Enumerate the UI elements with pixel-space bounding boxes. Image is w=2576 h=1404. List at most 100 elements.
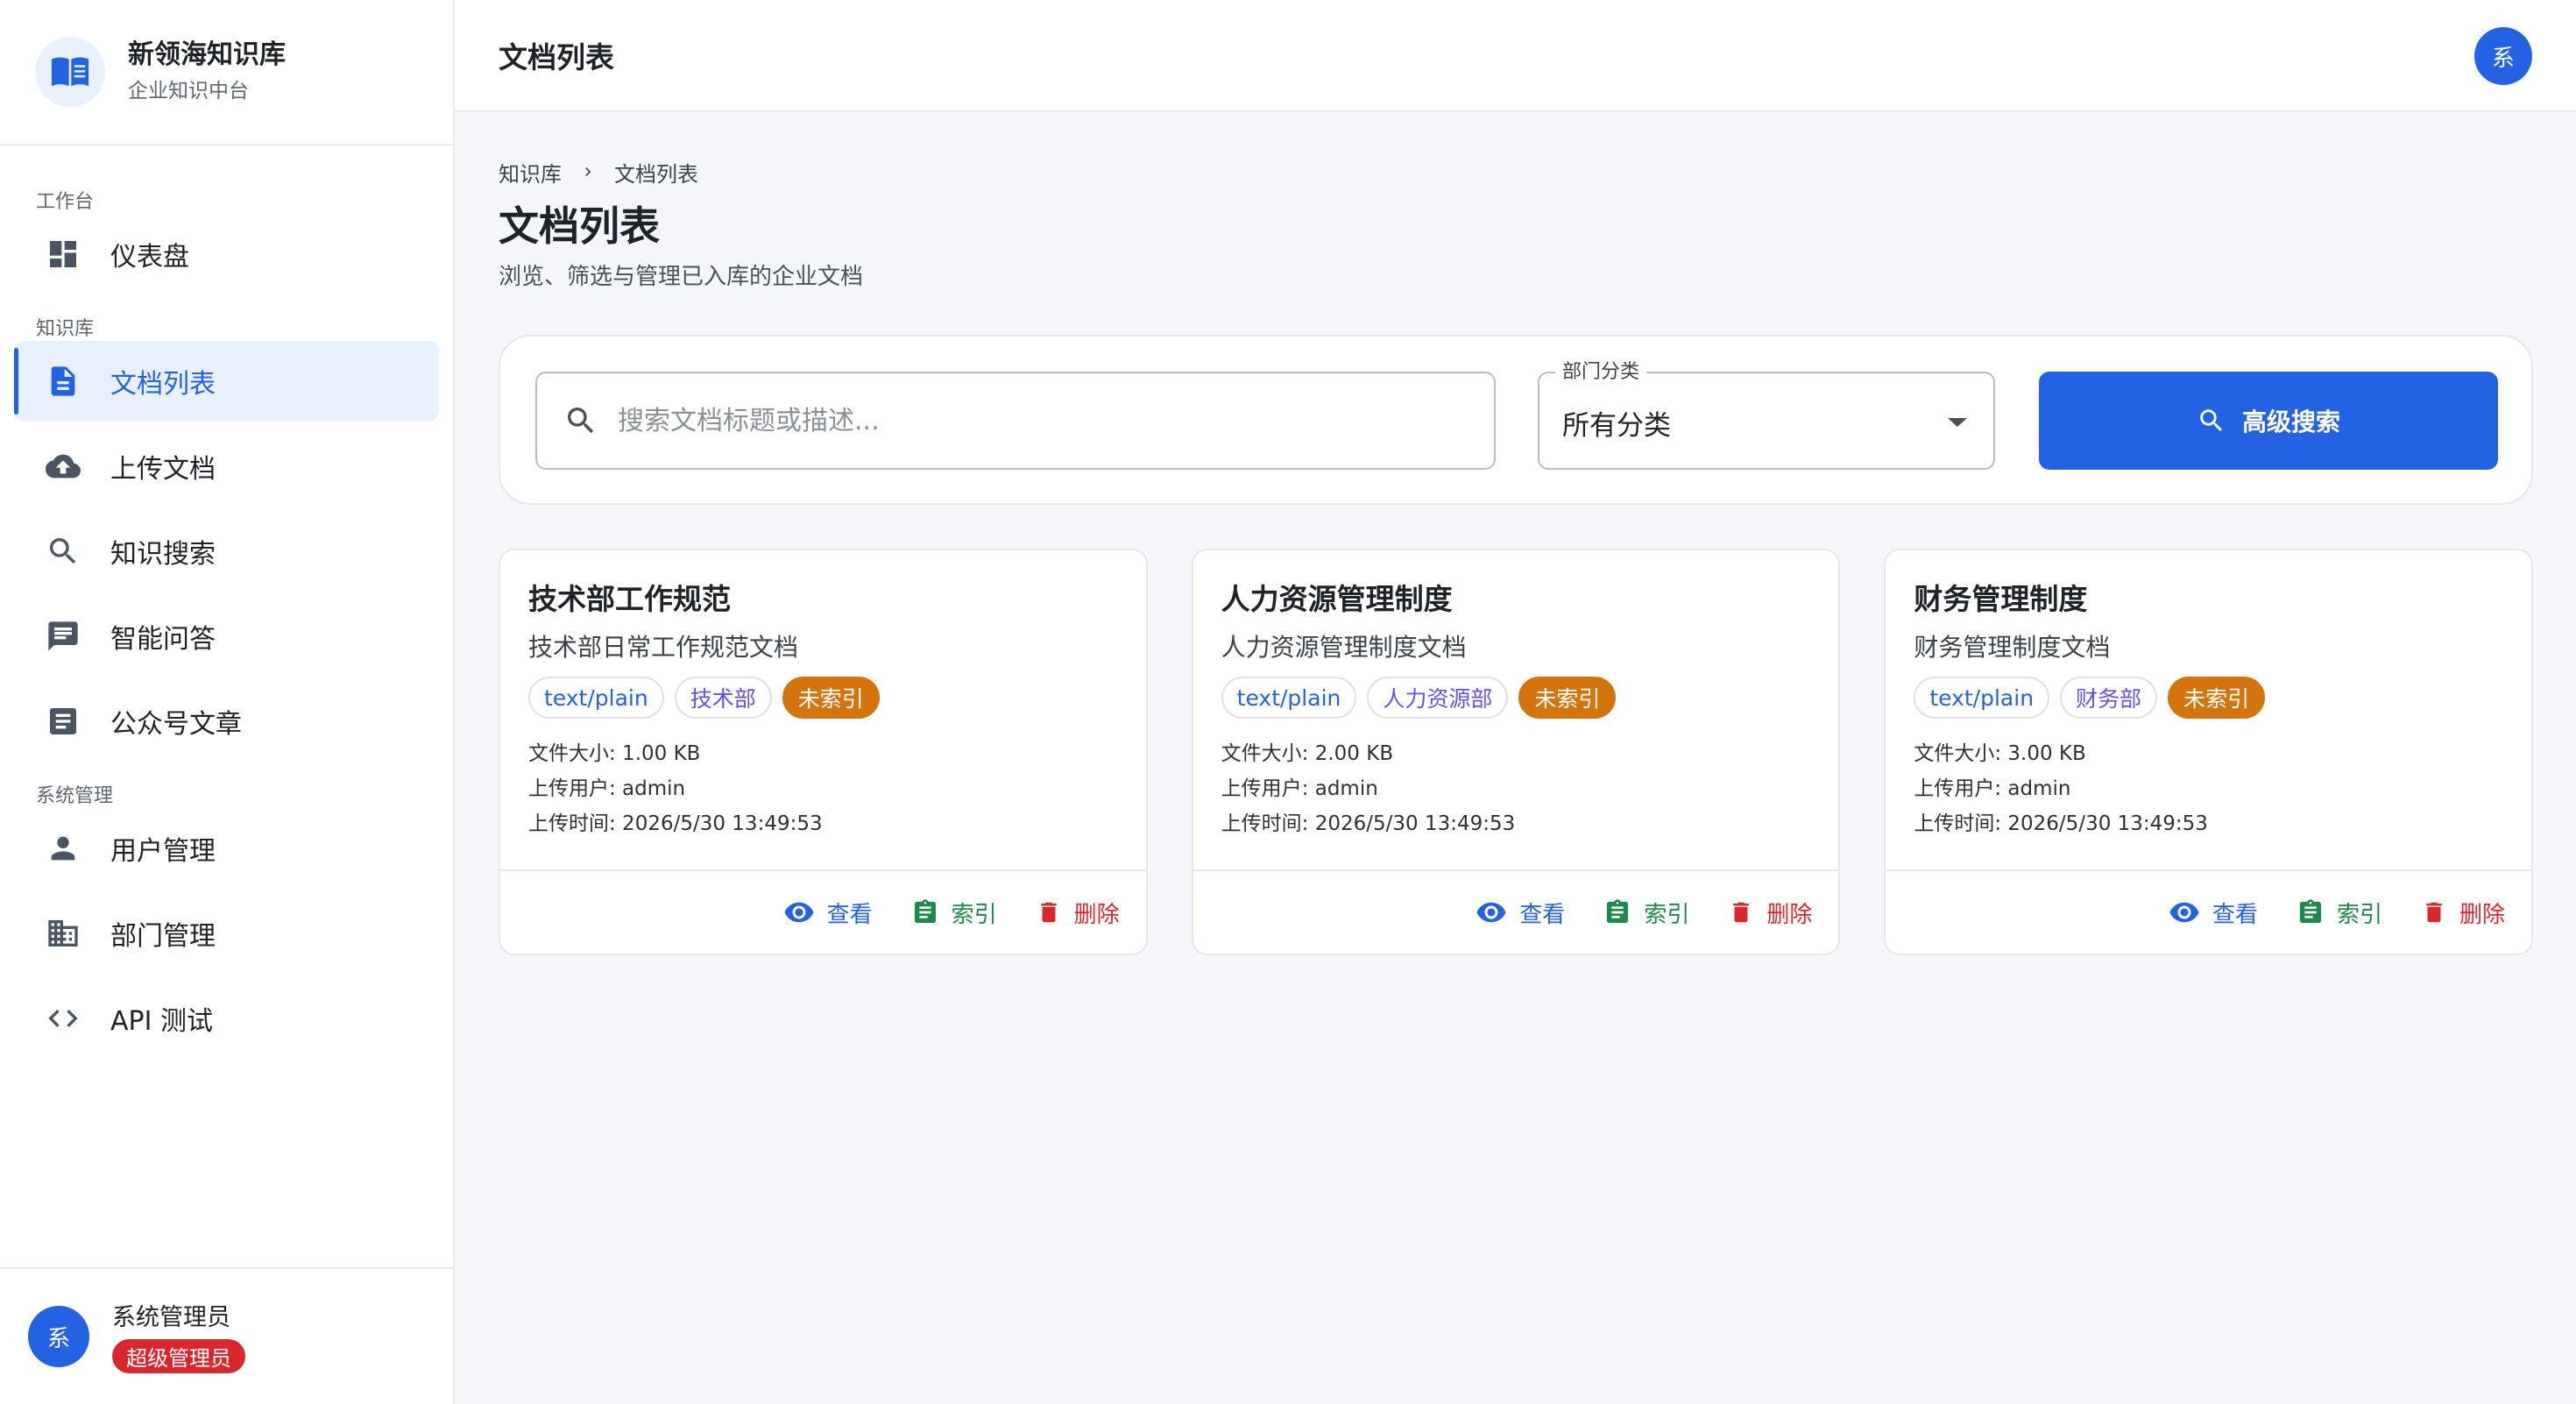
building-icon (44, 914, 82, 953)
document-title[interactable]: 财务管理制度 (1914, 578, 2503, 620)
sidebar-item-upload[interactable]: 上传文档 (14, 426, 439, 507)
dashboard-icon (44, 235, 82, 273)
page-subtitle: 浏览、筛选与管理已入库的企业文档 (499, 264, 864, 290)
sidebar-item-label: 上传文档 (110, 454, 216, 485)
view-button[interactable]: 查看 (2169, 897, 2258, 929)
clipboard-icon (1603, 897, 1631, 927)
document-card: 技术部工作规范 技术部日常工作规范文档 text/plain 技术部 未索引 文… (499, 549, 1148, 955)
uploader: 上传用户: admin (528, 777, 686, 800)
category-select-value: 所有分类 (1562, 410, 1671, 442)
document-icon (44, 362, 82, 401)
uploader: 上传用户: admin (1914, 777, 2071, 800)
uploader: 上传用户: admin (1221, 777, 1378, 800)
header-title: 文档列表 (499, 40, 614, 74)
breadcrumb-current: 文档列表 (614, 161, 698, 187)
clipboard-icon (2296, 897, 2325, 927)
nav-section-knowledge: 知识库 (36, 318, 95, 340)
page-title: 文档列表 (499, 202, 660, 250)
document-title[interactable]: 人力资源管理制度 (1221, 578, 1811, 620)
upload-time: 上传时间: 2026/5/30 13:49:53 (1914, 812, 2208, 835)
document-description: 财务管理制度文档 (1914, 633, 2111, 662)
department-tag: 财务部 (2060, 677, 2158, 719)
current-user[interactable]: 系 系统管理员 超级管理员 (0, 1267, 453, 1404)
book-icon (35, 37, 105, 107)
index-label: 索引 (1644, 901, 1690, 928)
file-size: 文件大小: 3.00 KB (1914, 742, 2086, 765)
top-bar: 文档列表 系 (455, 0, 2576, 112)
search-icon (2197, 406, 2226, 436)
index-label: 索引 (2336, 901, 2382, 928)
chat-icon (44, 617, 82, 656)
sidebar-item-departments[interactable]: 部门管理 (14, 893, 439, 974)
sidebar-item-search[interactable]: 知识搜索 (14, 511, 439, 592)
view-label: 查看 (1519, 901, 1566, 928)
avatar: 系 (28, 1306, 89, 1367)
filter-panel: 部门分类 所有分类 高级搜索 (499, 335, 2533, 505)
header-avatar[interactable]: 系 (2474, 27, 2532, 85)
sidebar-item-api-test[interactable]: API 测试 (14, 978, 439, 1059)
status-badge: 未索引 (782, 677, 880, 719)
nav-section-system: 系统管理 (36, 785, 114, 807)
file-size: 文件大小: 2.00 KB (1221, 742, 1394, 765)
advanced-search-label: 高级搜索 (2241, 408, 2340, 436)
sidebar-item-label: 智能问答 (110, 624, 216, 655)
breadcrumb-root[interactable]: 知识库 (499, 157, 562, 188)
sidebar-item-label: 公众号文章 (110, 709, 242, 740)
sidebar-item-label: 仪表盘 (110, 242, 189, 273)
trash-icon (1728, 897, 1754, 927)
index-button[interactable]: 索引 (2296, 897, 2382, 929)
eye-icon (2169, 897, 2200, 928)
index-button[interactable]: 索引 (911, 897, 997, 929)
role-badge: 超级管理员 (112, 1338, 245, 1373)
delete-button[interactable]: 删除 (1728, 897, 1812, 929)
sidebar-item-documents[interactable]: 文档列表 (14, 341, 439, 422)
department-tag: 技术部 (674, 677, 772, 719)
caret-down-icon (1948, 415, 1967, 432)
eye-icon (1476, 897, 1507, 928)
view-button[interactable]: 查看 (783, 897, 873, 929)
sidebar-item-users[interactable]: 用户管理 (14, 808, 439, 889)
sidebar-item-qa[interactable]: 智能问答 (14, 596, 439, 677)
mime-tag: text/plain (1914, 677, 2050, 719)
search-icon (44, 532, 82, 571)
document-grid: 技术部工作规范 技术部日常工作规范文档 text/plain 技术部 未索引 文… (499, 549, 2534, 955)
search-field[interactable] (535, 372, 1496, 470)
index-button[interactable]: 索引 (1603, 897, 1689, 929)
article-icon (44, 702, 82, 741)
sidebar-item-label: 部门管理 (110, 921, 216, 952)
sidebar-item-label: 文档列表 (110, 369, 216, 400)
brand-title: 新领海知识库 (128, 39, 286, 70)
sidebar-item-label: 用户管理 (110, 836, 216, 867)
delete-button[interactable]: 删除 (2421, 897, 2505, 929)
cloud-upload-icon (44, 447, 82, 486)
status-badge: 未索引 (2168, 677, 2266, 719)
view-label: 查看 (2212, 901, 2258, 928)
eye-icon (783, 897, 815, 928)
view-button[interactable]: 查看 (1476, 897, 1565, 929)
search-icon (563, 403, 598, 438)
nav-section-workbench: 工作台 (36, 191, 95, 213)
department-tag: 人力资源部 (1367, 677, 1509, 719)
delete-label: 删除 (1073, 901, 1120, 928)
sidebar-item-label: 知识搜索 (110, 539, 216, 570)
chevron-right-icon (579, 163, 597, 181)
upload-time: 上传时间: 2026/5/30 13:49:53 (528, 812, 823, 835)
search-input[interactable] (618, 405, 1459, 436)
advanced-search-button[interactable]: 高级搜索 (2039, 372, 2498, 470)
sidebar-item-articles[interactable]: 公众号文章 (14, 681, 439, 762)
sidebar-item-dashboard[interactable]: 仪表盘 (14, 214, 439, 294)
delete-button[interactable]: 删除 (1036, 897, 1120, 929)
category-select[interactable]: 部门分类 所有分类 (1538, 359, 1995, 470)
document-description: 技术部日常工作规范文档 (528, 633, 799, 662)
category-select-label: 部门分类 (1555, 359, 1647, 386)
index-label: 索引 (951, 901, 997, 928)
view-label: 查看 (826, 901, 873, 928)
document-description: 人力资源管理制度文档 (1221, 633, 1467, 662)
main-content: 知识库 文档列表 文档列表 浏览、筛选与管理已入库的企业文档 部门分类 所有分类… (499, 112, 2534, 955)
delete-label: 删除 (1766, 901, 1813, 928)
mime-tag: text/plain (528, 677, 664, 719)
brand-subtitle: 企业知识中台 (128, 80, 249, 103)
document-card: 财务管理制度 财务管理制度文档 text/plain 财务部 未索引 文件大小:… (1884, 549, 2534, 955)
user-name: 系统管理员 (112, 1303, 230, 1331)
document-title[interactable]: 技术部工作规范 (528, 578, 1118, 620)
